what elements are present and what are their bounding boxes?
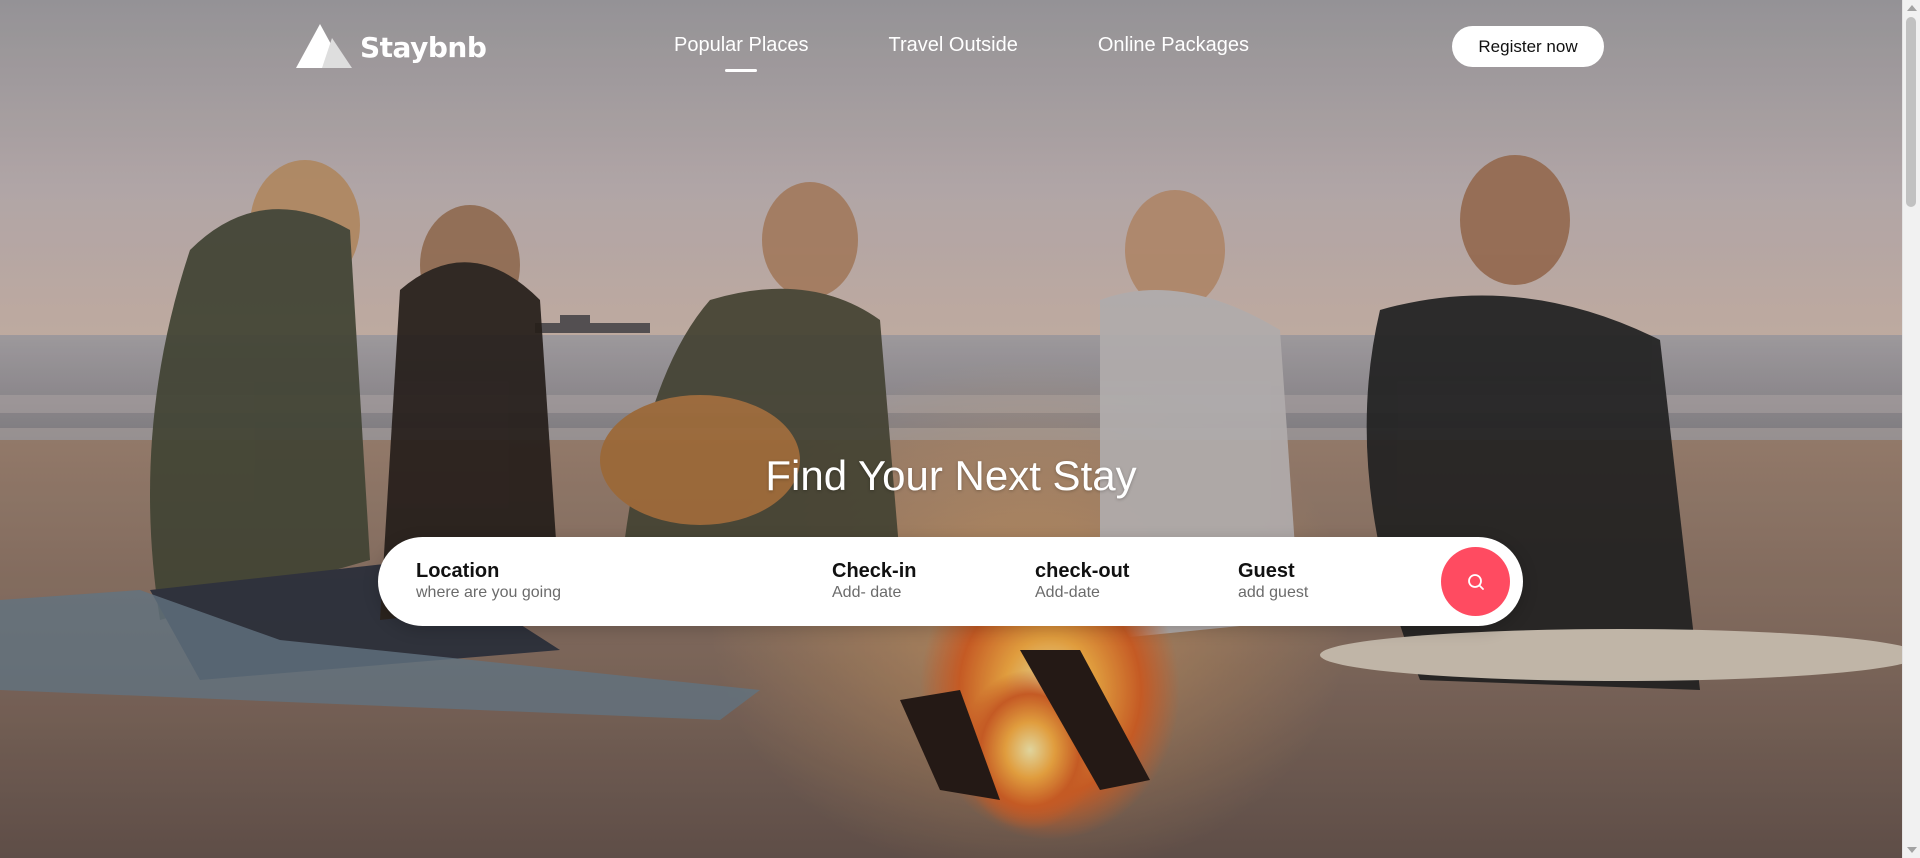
location-label: Location [416, 560, 500, 582]
search-bar: Location where are you going Check-in Ad… [378, 537, 1523, 626]
hero-overlay [0, 0, 1902, 858]
page: Staybnb Popular Places Travel Outside On… [0, 0, 1920, 858]
check-in-label: Check-in [832, 560, 917, 582]
check-in-field[interactable]: Check-in Add- date [832, 559, 916, 603]
page-scrollbar[interactable] [1902, 0, 1920, 858]
brand-name: Staybnb [360, 30, 487, 64]
search-button[interactable] [1441, 547, 1510, 616]
register-button[interactable]: Register now [1452, 26, 1604, 67]
hero-background [0, 0, 1902, 858]
logo-link[interactable]: Staybnb [296, 24, 487, 70]
scroll-thumb[interactable] [1906, 17, 1916, 207]
nav-link-travel-outside[interactable]: Travel Outside [889, 34, 1018, 57]
hero-title: Find Your Next Stay [765, 452, 1137, 499]
guest-hint: add guest [1238, 584, 1309, 601]
check-out-hint: Add-date [1035, 584, 1100, 601]
location-hint: where are you going [416, 584, 561, 601]
nav-link-online-packages[interactable]: Online Packages [1098, 34, 1249, 57]
scroll-down-arrow-icon[interactable] [1907, 847, 1917, 853]
nav-link-popular-places[interactable]: Popular Places [674, 34, 809, 57]
nav-links: Popular Places Travel Outside Online Pac… [674, 34, 1329, 57]
guest-field[interactable]: Guest add guest [1238, 559, 1308, 603]
scroll-up-arrow-icon[interactable] [1907, 5, 1917, 11]
top-nav: Staybnb Popular Places Travel Outside On… [0, 0, 1902, 92]
check-out-label: check-out [1035, 560, 1130, 582]
search-icon [1467, 573, 1484, 590]
logo-icon [296, 24, 352, 68]
guest-label: Guest [1238, 560, 1295, 582]
check-out-field[interactable]: check-out Add-date [1035, 559, 1129, 603]
location-field[interactable]: Location where are you going [416, 559, 561, 603]
check-in-hint: Add- date [832, 584, 902, 601]
